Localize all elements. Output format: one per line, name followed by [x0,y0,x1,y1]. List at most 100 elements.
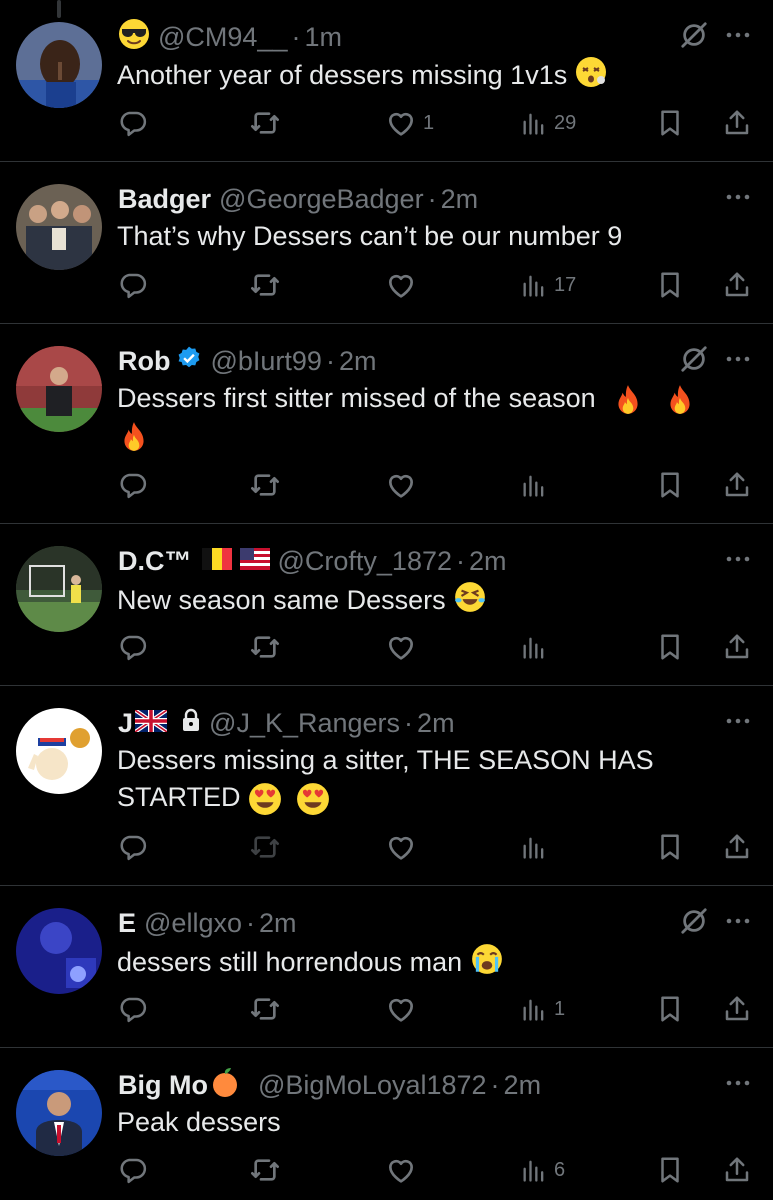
share-button[interactable] [722,468,752,502]
tweet-handle[interactable]: @BigMoLoyal1872 [258,1070,487,1101]
display-name[interactable]: Rob [118,346,170,377]
views-button[interactable] [520,468,548,502]
tweet-item[interactable]: J @J_K_Rangers · 2m Dessers missing a si… [0,686,773,886]
more-icon[interactable] [723,549,753,569]
like-button[interactable] [385,268,423,302]
avatar[interactable] [16,22,102,108]
bookmark-button[interactable] [655,1153,685,1187]
tweet-handle[interactable]: @bIurt99 [210,346,321,377]
views-button[interactable]: 17 [520,268,576,302]
share-button[interactable] [722,630,752,664]
like-button[interactable] [385,468,417,502]
tweet-time[interactable]: 2m [259,908,297,939]
bookmark-icon [655,994,685,1024]
retweet-button[interactable] [249,630,281,664]
bookmark-button[interactable] [655,992,685,1026]
tweet-feed: @CM94__ · 1m Another year of dessers mis… [0,0,773,1200]
more-icon[interactable] [723,711,753,731]
reply-button[interactable] [118,1153,148,1187]
bookmark-button[interactable] [655,106,685,140]
display-name[interactable]: E [118,908,136,939]
grok-icon[interactable] [679,344,709,374]
dot-separator: · [427,183,437,214]
display-name[interactable]: Big Mo [118,1070,208,1101]
tweet-item[interactable]: Rob @bIurt99 · 2m Dessers first sitter m… [0,324,773,524]
grok-icon[interactable] [679,20,709,50]
views-button[interactable]: 6 [520,1153,565,1187]
retweet-button[interactable] [249,1153,281,1187]
bookmark-button[interactable] [655,268,685,302]
tweet-item[interactable]: @CM94__ · 1m Another year of dessers mis… [0,0,773,162]
tweet-time[interactable]: 2m [504,1070,542,1101]
reply-button[interactable] [118,630,148,664]
tweet-handle[interactable]: @CM94__ [158,22,287,53]
share-button[interactable] [722,1153,752,1187]
reply-button[interactable] [118,268,148,302]
tweet-time[interactable]: 2m [417,708,455,739]
views-button[interactable] [520,830,548,864]
like-button[interactable] [385,830,417,864]
views-icon [520,1156,548,1184]
tweet-time[interactable]: 2m [339,346,377,377]
tweet-item[interactable]: Big Mo @BigMoLoyal1872 · 2m Peak dessers… [0,1048,773,1200]
sunglasses-emoji [118,18,150,57]
avatar[interactable] [16,708,102,794]
bookmark-button[interactable] [655,630,685,664]
like-button[interactable] [385,992,417,1026]
views-button[interactable]: 29 [520,106,576,140]
share-button[interactable] [722,992,752,1026]
tweet-text-content: Another year of dessers missing 1v1s [117,60,568,91]
bookmark-button[interactable] [655,830,685,864]
tweet-handle[interactable]: @Crofty_1872 [278,546,453,577]
tweet-item[interactable]: Badger @GeorgeBadger · 2m That’s why Des… [0,162,773,324]
dot-separator: · [456,545,465,576]
display-name[interactable]: J [118,708,133,739]
like-button[interactable] [385,630,417,664]
tweet-header: D.C™ @Crofty_1872 · 2m [118,544,683,578]
tweet-text-line2: STARTED [117,782,241,812]
like-button[interactable] [385,1153,417,1187]
tweet-time[interactable]: 1m [304,22,342,53]
heart-eyes-emoji [248,782,282,816]
views-button[interactable] [520,630,548,664]
more-icon[interactable] [723,1073,753,1093]
more-icon[interactable] [723,349,753,369]
reply-button[interactable] [118,106,148,140]
tweet-handle[interactable]: @ellgxo [144,908,242,939]
retweet-button[interactable] [249,106,281,140]
more-icon[interactable] [723,187,753,207]
tweet-header: J @J_K_Rangers · 2m [118,706,683,740]
retweet-button[interactable] [249,268,281,302]
share-icon [722,270,752,300]
tweet-text: Another year of dessers missing 1v1s [117,56,733,98]
retweet-button[interactable] [249,992,281,1026]
retweet-button[interactable] [249,468,281,502]
display-name[interactable]: Badger [118,184,211,215]
grok-icon[interactable] [679,906,709,936]
avatar[interactable] [16,1070,102,1156]
tweet-handle[interactable]: @J_K_Rangers [209,708,400,739]
reply-button[interactable] [118,830,148,864]
more-icon[interactable] [723,25,753,45]
avatar[interactable] [16,546,102,632]
avatar[interactable] [16,908,102,994]
reply-button[interactable] [118,468,148,502]
share-button[interactable] [722,830,752,864]
share-button[interactable] [722,106,752,140]
share-button[interactable] [722,268,752,302]
tweet-time[interactable]: 2m [441,184,479,215]
action-bar [0,468,773,502]
bookmark-button[interactable] [655,468,685,502]
tweet-item[interactable]: E @ellgxo · 2m dessers still horrendous … [0,886,773,1048]
display-name[interactable]: D.C™ [118,546,192,577]
like-button[interactable]: 1 [385,106,434,140]
tweet-handle[interactable]: @GeorgeBadger [219,184,424,215]
avatar[interactable] [16,184,102,270]
avatar[interactable] [16,346,102,432]
tweet-time[interactable]: 2m [469,546,507,577]
reply-button[interactable] [118,992,148,1026]
tweet-item[interactable]: D.C™ @Crofty_1872 · 2m New season same D… [0,524,773,686]
view-count: 6 [554,1158,566,1181]
more-icon[interactable] [723,911,753,931]
views-button[interactable]: 1 [520,992,565,1026]
